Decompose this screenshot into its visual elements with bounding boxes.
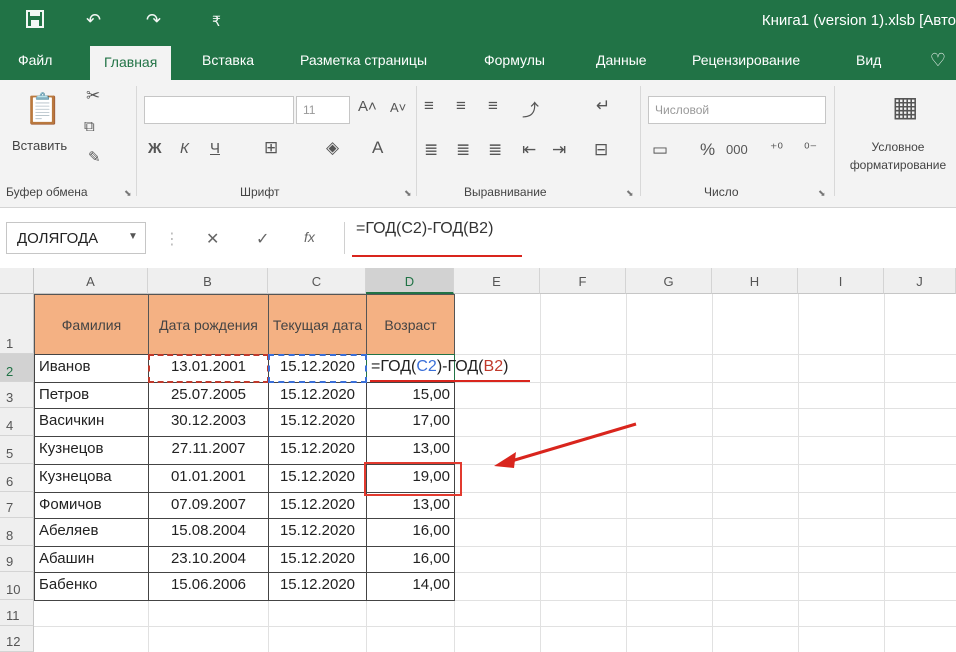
annotation-arrow	[494, 422, 637, 468]
